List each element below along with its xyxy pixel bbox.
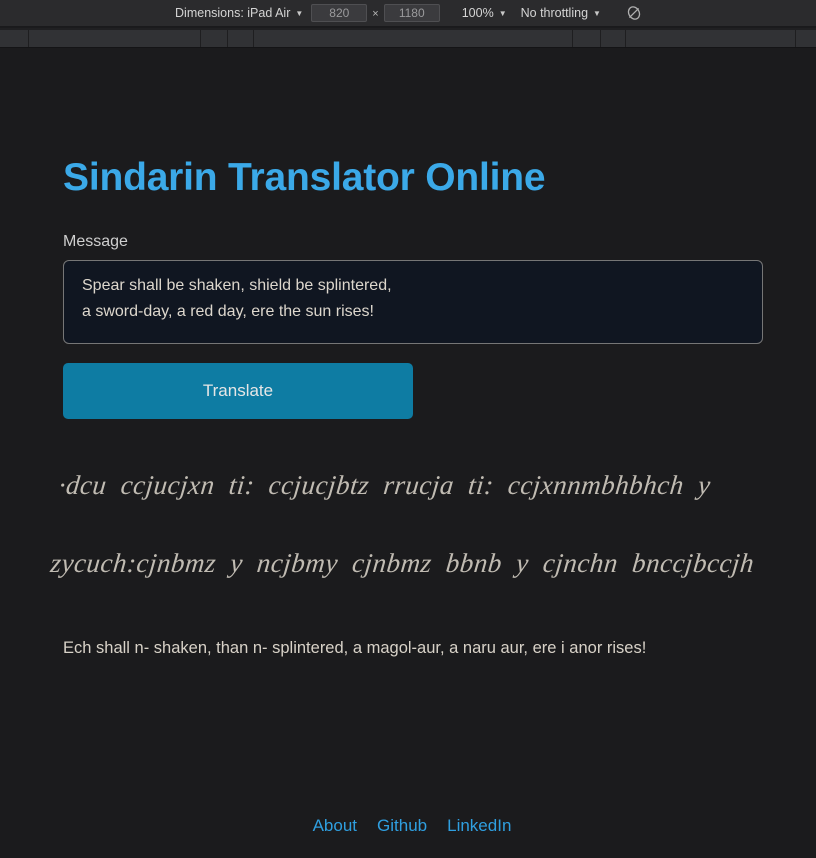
footer-link-linkedin[interactable]: LinkedIn: [447, 816, 511, 836]
footer: About Github LinkedIn: [8, 816, 816, 836]
device-emulation-toolbar: Dimensions: iPad Air ▼ × 100% ▼ No throt…: [0, 0, 816, 27]
toolbar-divider: [200, 30, 201, 47]
toolbar-divider: [227, 30, 228, 47]
secondary-toolbar-strip: [0, 28, 816, 48]
chevron-down-icon: ▼: [498, 9, 507, 18]
footer-link-github[interactable]: Github: [377, 816, 427, 836]
translation-output: Ech shall n- shaken, than n- splintered,…: [63, 639, 647, 657]
toolbar-divider: [625, 30, 626, 47]
page-title: Sindarin Translator Online: [63, 156, 546, 200]
toolbar-divider: [795, 30, 796, 47]
toolbar-divider: [253, 30, 254, 47]
device-preset-dropdown[interactable]: Dimensions: iPad Air ▼: [169, 6, 309, 20]
chevron-down-icon: ▼: [593, 9, 601, 18]
zoom-dropdown[interactable]: 100% ▼: [456, 6, 513, 20]
translate-button[interactable]: Translate: [63, 363, 413, 419]
dimension-separator: ×: [372, 8, 379, 20]
media-queries-toggle-button[interactable]: [621, 2, 647, 24]
secondary-toolbar-background: [0, 30, 816, 47]
footer-link-about[interactable]: About: [313, 816, 357, 836]
tengwar-script-output: ·dcu ccjucjxn ti: ccjucjbtz rrucja ti: c…: [49, 470, 756, 578]
throttling-dropdown[interactable]: No throttling ▼: [515, 6, 607, 20]
toolbar-divider: [572, 30, 573, 47]
dimensions-group: Dimensions: iPad Air ▼ × 100% ▼ No throt…: [169, 0, 647, 27]
message-label: Message: [63, 233, 128, 250]
no-media-queries-icon: [627, 6, 641, 20]
viewport-width-input[interactable]: [311, 4, 368, 22]
toolbar-divider: [28, 30, 29, 47]
throttling-label: No throttling: [520, 6, 589, 20]
page-viewport: Sindarin Translator Online Message Spear…: [8, 48, 816, 858]
viewport-height-input[interactable]: [383, 4, 440, 22]
zoom-label: 100%: [461, 6, 494, 20]
device-preset-label: Dimensions: iPad Air: [175, 6, 291, 20]
chevron-down-icon: ▼: [295, 9, 304, 18]
message-input[interactable]: Spear shall be shaken, shield be splinte…: [63, 260, 763, 344]
toolbar-divider: [600, 30, 601, 47]
